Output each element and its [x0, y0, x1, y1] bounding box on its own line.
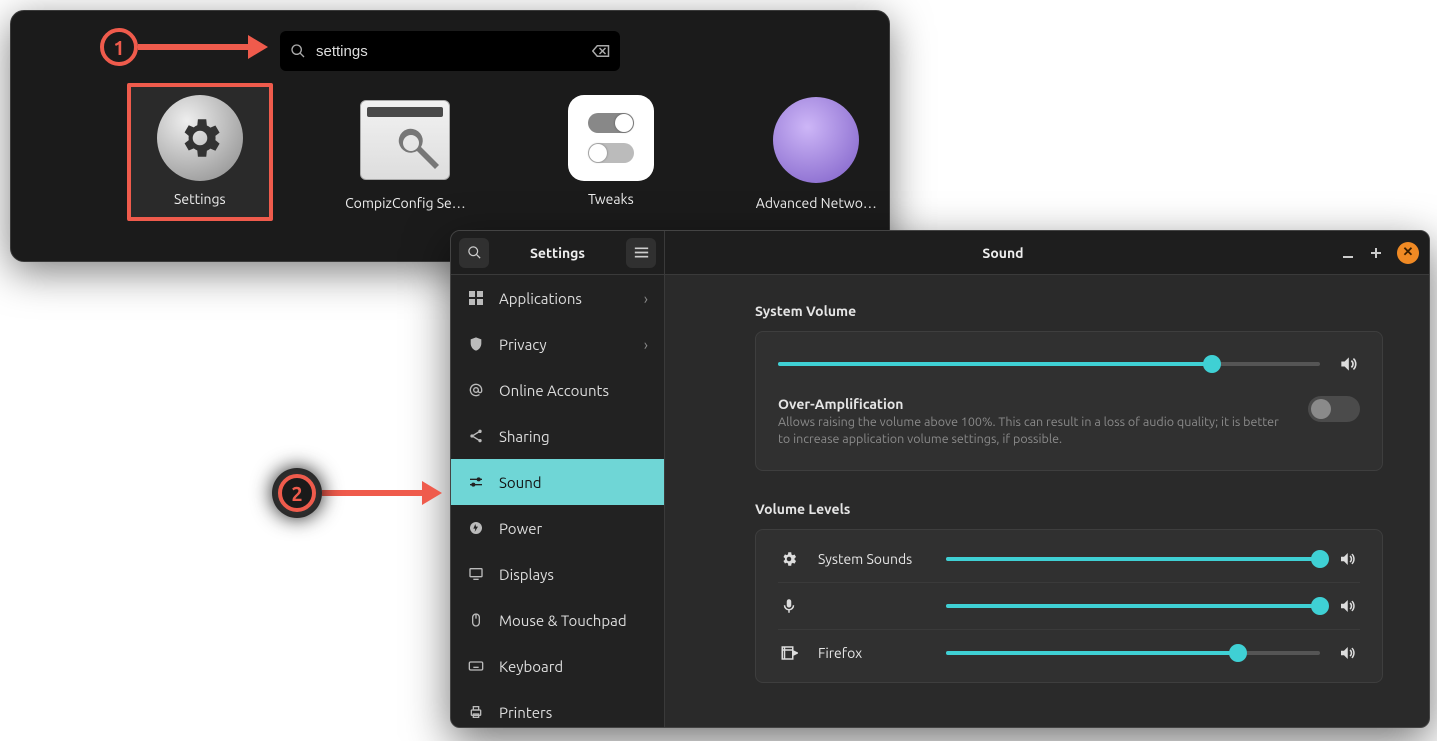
sidebar-item-privacy[interactable]: Privacy ›	[451, 321, 664, 367]
sidebar-item-sharing[interactable]: Sharing	[451, 413, 664, 459]
sidebar-item-mouse-touchpad[interactable]: Mouse & Touchpad	[451, 597, 664, 643]
sidebar-item-printers[interactable]: Printers	[451, 689, 664, 727]
volume-levels-card: System Sounds	[755, 529, 1383, 683]
close-button[interactable]: ✕	[1397, 242, 1419, 264]
slider-fill	[778, 362, 1212, 366]
share-icon	[467, 428, 485, 444]
grid-icon	[467, 290, 485, 306]
sidebar-title: Settings	[497, 245, 618, 261]
shield-icon	[467, 336, 485, 352]
volume-icon[interactable]	[1338, 597, 1360, 615]
tweaks-icon	[568, 95, 654, 181]
sidebar-item-power[interactable]: Power	[451, 505, 664, 551]
slider-thumb[interactable]	[1203, 355, 1221, 373]
level-slider[interactable]	[946, 557, 1320, 561]
callout-2: 2	[272, 468, 442, 518]
callout-1: 1	[100, 28, 268, 66]
sidebar-item-label: Mouse & Touchpad	[499, 612, 627, 629]
over-amp-title: Over-Amplification	[778, 396, 1288, 412]
sidebar-item-label: Keyboard	[499, 658, 563, 675]
volume-icon[interactable]	[1338, 644, 1360, 662]
volume-icon[interactable]	[1338, 550, 1360, 568]
level-label: System Sounds	[818, 551, 928, 567]
system-volume-heading: System Volume	[755, 303, 1383, 319]
mouse-icon	[467, 612, 485, 628]
keyboard-icon	[467, 658, 485, 674]
sidebar-item-applications[interactable]: Applications ›	[451, 275, 664, 321]
search-icon	[290, 43, 306, 59]
app-results: Settings CompizConfig Se… Tweaks Advance…	[11, 95, 889, 211]
app-item-tweaks[interactable]: Tweaks	[538, 95, 683, 211]
sidebar-item-displays[interactable]: Displays	[451, 551, 664, 597]
activities-search[interactable]	[280, 31, 620, 71]
minimize-button[interactable]	[1341, 246, 1355, 260]
volume-icon[interactable]	[1338, 354, 1360, 374]
sidebar-search-button[interactable]	[459, 238, 489, 268]
printer-icon	[467, 704, 485, 720]
microphone-icon	[778, 597, 800, 615]
callout-badge: 2	[278, 474, 316, 512]
maximize-button[interactable]	[1369, 246, 1383, 260]
sidebar-item-label: Printers	[499, 704, 552, 721]
gear-icon	[778, 550, 800, 568]
chevron-right-icon: ›	[644, 290, 648, 307]
sliders-icon	[467, 474, 485, 490]
app-item-network[interactable]: Advanced Netwo…	[744, 95, 889, 211]
app-item-settings[interactable]: Settings	[127, 83, 273, 221]
app-label: CompizConfig Se…	[345, 195, 466, 211]
app-label: Settings	[174, 191, 226, 207]
display-icon	[467, 566, 485, 582]
level-slider[interactable]	[946, 604, 1320, 608]
app-label: Advanced Netwo…	[756, 195, 877, 211]
callout-badge: 1	[100, 28, 138, 66]
settings-sidebar: Applications › Privacy › Online Accounts…	[451, 275, 665, 727]
level-row-microphone	[778, 582, 1360, 629]
sidebar-item-online-accounts[interactable]: Online Accounts	[451, 367, 664, 413]
level-row-firefox: Firefox	[778, 629, 1360, 676]
chevron-right-icon: ›	[644, 336, 648, 353]
clear-search-icon[interactable]	[592, 44, 610, 58]
system-volume-slider[interactable]	[778, 362, 1320, 366]
level-row-system-sounds: System Sounds	[778, 536, 1360, 582]
app-item-compiz[interactable]: CompizConfig Se…	[333, 95, 478, 211]
system-volume-card: Over-Amplification Allows raising the vo…	[755, 331, 1383, 471]
volume-levels-heading: Volume Levels	[755, 501, 1383, 517]
sidebar-item-label: Power	[499, 520, 542, 537]
sidebar-item-label: Displays	[499, 566, 554, 583]
sidebar-item-label: Online Accounts	[499, 382, 609, 399]
sidebar-item-label: Applications	[499, 290, 582, 307]
level-slider[interactable]	[946, 651, 1320, 655]
level-label: Firefox	[818, 645, 928, 661]
app-label: Tweaks	[588, 191, 634, 207]
network-icon	[771, 95, 861, 185]
settings-window: Settings Sound ✕ Applications › Privacy …	[450, 230, 1430, 728]
media-app-icon	[778, 644, 800, 662]
power-icon	[467, 520, 485, 536]
sidebar-item-sound[interactable]: Sound	[451, 459, 664, 505]
page-title: Sound	[665, 245, 1341, 261]
at-icon	[467, 382, 485, 398]
sidebar-item-keyboard[interactable]: Keyboard	[451, 643, 664, 689]
compiz-icon	[360, 95, 450, 185]
search-input[interactable]	[316, 43, 582, 60]
over-amp-toggle[interactable]	[1308, 396, 1360, 422]
hamburger-menu-button[interactable]	[626, 238, 656, 268]
sidebar-item-label: Sharing	[499, 428, 550, 445]
sidebar-item-label: Sound	[499, 474, 542, 491]
sidebar-item-label: Privacy	[499, 336, 547, 353]
sound-content: System Volume Over-Amplification Allows …	[665, 275, 1429, 727]
settings-icon	[157, 95, 243, 181]
titlebar: Settings Sound ✕	[451, 231, 1429, 275]
over-amp-desc: Allows raising the volume above 100%. Th…	[778, 414, 1288, 448]
